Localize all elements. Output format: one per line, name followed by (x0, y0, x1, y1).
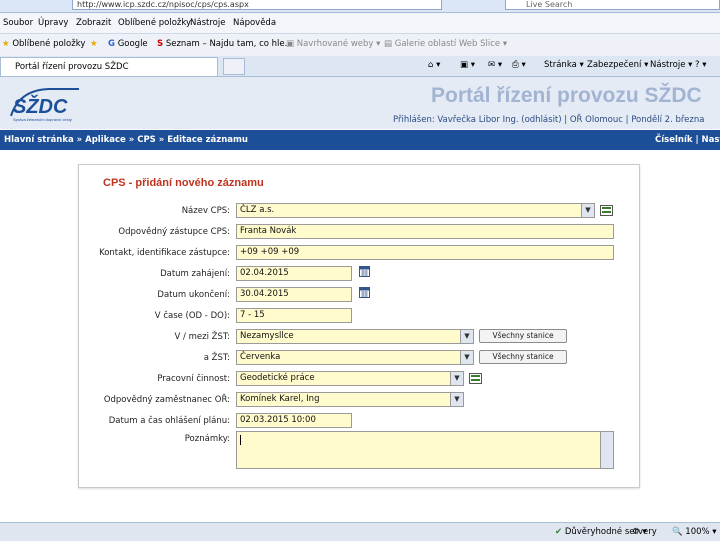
safety-menu[interactable]: Zabezpečení ▾ (587, 60, 648, 70)
nav-bar: Hlavní stránka » Aplikace » CPS » Editac… (0, 130, 720, 150)
zoom-control[interactable]: 🔍 100% ▾ (672, 527, 717, 537)
search-input[interactable]: Live Search (505, 0, 720, 10)
tab-bar: Portál řízení provozu SŽDC ⌂ ▾ ▣ ▾ ✉ ▾ ⎙… (0, 56, 720, 77)
user-info-line: Přihlášen: Vavřečka Libor Ing. (odhlásit… (393, 115, 705, 125)
google-icon: G (108, 39, 115, 49)
menu-bar: Soubor Úpravy Zobrazit Oblíbené položky … (0, 13, 720, 34)
zoom-icon: 🔍 (672, 527, 683, 537)
menu-favorites[interactable]: Oblíbené položky (118, 18, 191, 28)
menu-tools[interactable]: Nástroje (190, 18, 225, 28)
label-cas: V čase (OD - DO): (154, 311, 230, 321)
label-poznamky: Poznámky: (184, 434, 230, 444)
select-pracovni-cinnost-value: Geodetické práce (240, 373, 315, 383)
input-datum-ohlaseni[interactable]: 02.03.2015 10:00 (236, 413, 352, 428)
fav-web-slice[interactable]: ▤ Galerie oblastí Web Slice ▾ (384, 39, 507, 49)
breadcrumb[interactable]: Hlavní stránka » Aplikace » CPS » Editac… (4, 135, 248, 145)
calendar-icon[interactable] (359, 287, 370, 298)
fav-suggested-label: Navrhované weby (296, 39, 374, 49)
list-edit-icon[interactable] (469, 373, 482, 384)
text-cursor (240, 435, 241, 445)
menu-help[interactable]: Nápověda (233, 18, 276, 28)
chevron-down-icon: ▼ (460, 351, 473, 364)
page-menu[interactable]: Stránka ▾ (544, 60, 584, 70)
label-datum-ohlaseni: Datum a čas ohlášení plánu: (108, 416, 230, 426)
chevron-down-icon: ▼ (581, 204, 594, 217)
menu-view[interactable]: Zobrazit (76, 18, 111, 28)
feeds-icon[interactable]: ▣ ▾ (460, 60, 475, 70)
select-pracovni-cinnost[interactable]: Geodetické práce ▼ (236, 371, 464, 386)
label-a-zst: a ŽST: (203, 353, 230, 363)
mail-icon[interactable]: ✉ ▾ (488, 60, 502, 70)
input-kontakt[interactable]: +09 +09 +09 (236, 245, 614, 260)
label-datum-zahajeni: Datum zahájení: (160, 269, 230, 279)
chevron-down-icon: ▼ (460, 330, 473, 343)
favorites-bar: ★ Oblíbené položky ★ G Google S Seznam –… (0, 34, 720, 57)
form-title: CPS - přidání nového záznamu (103, 177, 264, 189)
select-zamestnanec-value: Komínek Karel, Ing (240, 394, 320, 404)
print-icon[interactable]: ⎙ ▾ (512, 60, 526, 70)
menu-file[interactable]: Soubor (3, 18, 33, 28)
check-shield-icon: ✔ (555, 527, 563, 537)
favorites-label: Oblíbené položky (12, 39, 86, 49)
select-a-zst-value: Červenka (240, 352, 281, 362)
all-stations-button-1[interactable]: Všechny stanice (479, 329, 567, 343)
select-v-mezi-zst-value: Nezamysllce (240, 331, 294, 341)
browser-tab[interactable]: Portál řízení provozu SŽDC (0, 57, 218, 76)
select-nazev-cps-value: ČLZ a.s. (240, 205, 275, 215)
menu-edit[interactable]: Úpravy (38, 18, 68, 28)
label-pracovni-cinnost: Pracovní činnost: (157, 374, 230, 384)
label-v-mezi-zst: V / mezi ŽST: (174, 332, 230, 342)
address-input[interactable]: http://www.icp.szdc.cz/npisoc/cps/cps.as… (72, 0, 442, 10)
select-nazev-cps[interactable]: ČLZ a.s. ▼ (236, 203, 595, 218)
fav-seznam[interactable]: S Seznam – Najdu tam, co hle... (157, 39, 293, 49)
select-a-zst[interactable]: Červenka ▼ (236, 350, 474, 365)
web-slice-icon: ▤ (384, 39, 393, 49)
seznam-icon: S (157, 39, 164, 49)
tools-menu[interactable]: Nástroje ▾ (650, 60, 692, 70)
address-bar-area: http://www.icp.szdc.cz/npisoc/cps/cps.as… (0, 0, 720, 13)
nav-right-links[interactable]: Číselník | Nast (655, 135, 720, 145)
label-nazev-cps: Název CPS: (181, 206, 230, 216)
add-favorite-icon[interactable]: ★ (90, 39, 98, 49)
fav-google[interactable]: G Google (108, 39, 148, 49)
calendar-icon[interactable] (359, 266, 370, 277)
textarea-poznamky[interactable] (236, 431, 614, 469)
new-tab-button[interactable] (223, 58, 245, 75)
home-icon[interactable]: ⌂ ▾ (428, 60, 440, 70)
label-datum-ukonceni: Datum ukončení: (157, 290, 230, 300)
zoom-label: 100% (685, 527, 710, 537)
suggested-sites-icon: ▣ (286, 39, 295, 49)
fav-web-slice-label: Galerie oblastí Web Slice (394, 39, 501, 49)
input-cas[interactable]: 7 - 15 (236, 308, 352, 323)
label-kontakt: Kontakt, identifikace zástupce: (99, 248, 230, 258)
chevron-down-icon: ▼ (450, 372, 463, 385)
szdc-logo: SŽDC Správa železniční dopravní cesty (9, 86, 81, 124)
all-stations-button-2[interactable]: Všechny stanice (479, 350, 567, 364)
input-zastupce[interactable]: Franta Novák (236, 224, 614, 239)
portal-title: Portál řízení provozu SŽDC (431, 84, 702, 107)
select-zamestnanec[interactable]: Komínek Karel, Ing ▼ (236, 392, 464, 407)
logo-subtitle: Správa železniční dopravní cesty (13, 117, 72, 122)
tab-title: Portál řízení provozu SŽDC (15, 62, 129, 72)
safety-menu-label: Zabezpečení (587, 60, 642, 70)
input-datum-zahajeni[interactable]: 02.04.2015 (236, 266, 352, 281)
star-icon: ★ (2, 39, 10, 49)
status-bar: ✔ Důvěryhodné servery ⚙ ▾ 🔍 100% ▾ (0, 522, 720, 541)
protected-mode-icon[interactable]: ⚙ ▾ (632, 527, 647, 537)
select-v-mezi-zst[interactable]: Nezamysllce ▼ (236, 329, 474, 344)
scrollbar[interactable] (600, 432, 613, 468)
logo-text: SŽDC (13, 94, 68, 118)
list-edit-icon[interactable] (600, 205, 613, 216)
help-icon[interactable]: ? ▾ (695, 60, 706, 70)
page-menu-label: Stránka (544, 60, 577, 70)
tools-menu-label: Nástroje (650, 60, 686, 70)
fav-seznam-label: Seznam – Najdu tam, co hle... (165, 39, 293, 49)
fav-google-label: Google (117, 39, 148, 49)
label-zamestnanec: Odpovědný zaměstnanec OŘ: (103, 395, 230, 405)
favorites-button[interactable]: ★ Oblíbené položky (2, 39, 85, 49)
input-datum-ukonceni[interactable]: 30.04.2015 (236, 287, 352, 302)
chevron-down-icon: ▼ (450, 393, 463, 406)
fav-suggested-sites[interactable]: ▣ Navrhované weby ▾ (286, 39, 380, 49)
label-zastupce: Odpovědný zástupce CPS: (118, 227, 230, 237)
